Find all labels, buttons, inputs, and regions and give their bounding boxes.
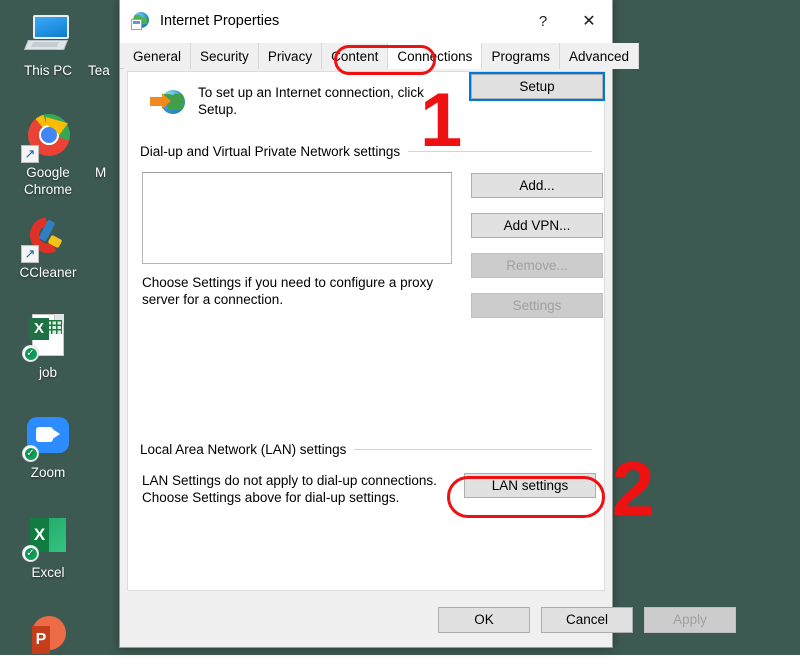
annotation-marker-2: 2 bbox=[612, 452, 654, 528]
desktop-icon-label: job bbox=[4, 364, 92, 381]
dialup-group-title: Dial-up and Virtual Private Network sett… bbox=[140, 144, 408, 159]
cancel-button[interactable]: Cancel bbox=[541, 607, 633, 633]
dialup-connections-list[interactable] bbox=[142, 172, 452, 264]
globe-arrow-icon bbox=[150, 88, 184, 118]
desktop-icon-label: Excel bbox=[4, 564, 92, 581]
shortcut-arrow-icon: ↗ bbox=[21, 145, 39, 163]
lan-settings-button[interactable]: LAN settings bbox=[464, 473, 596, 498]
sync-check-icon bbox=[22, 545, 39, 562]
desktop-icon-ccleaner[interactable]: ↗ CCleaner bbox=[4, 212, 92, 281]
desktop-icon-excel[interactable]: X Excel bbox=[4, 512, 92, 581]
proxy-note: Choose Settings if you need to configure… bbox=[142, 274, 452, 308]
desktop-icon-google-chrome[interactable]: ↗ Google Chrome bbox=[4, 112, 92, 198]
add-vpn-button[interactable]: Add VPN... bbox=[471, 213, 603, 238]
desktop-icon-label: This PC bbox=[4, 62, 92, 79]
dialog-titlebar[interactable]: Internet Properties ? ✕ bbox=[120, 0, 612, 43]
internet-properties-icon bbox=[131, 11, 151, 31]
desktop-icon-label: Zoom bbox=[4, 464, 92, 481]
sync-check-icon bbox=[22, 345, 39, 362]
tab-advanced[interactable]: Advanced bbox=[560, 43, 639, 69]
sync-check-icon bbox=[22, 445, 39, 462]
desktop-icon-label: CCleaner bbox=[4, 264, 92, 281]
ccleaner-icon: ↗ bbox=[24, 212, 72, 260]
annotation-marker-1: 1 bbox=[420, 83, 462, 159]
apply-button: Apply bbox=[644, 607, 736, 633]
group-divider bbox=[354, 449, 592, 450]
tab-content[interactable]: Content bbox=[322, 43, 388, 69]
shortcut-arrow-icon: ↗ bbox=[21, 245, 39, 263]
desktop-icon-this-pc[interactable]: This PC bbox=[4, 10, 92, 79]
setup-button[interactable]: Setup bbox=[471, 74, 603, 99]
desktop-icon-zoom[interactable]: Zoom bbox=[4, 412, 92, 481]
tab-privacy[interactable]: Privacy bbox=[259, 43, 322, 69]
lan-group-header: Local Area Network (LAN) settings bbox=[140, 442, 592, 457]
tab-general[interactable]: General bbox=[124, 43, 191, 69]
ok-button[interactable]: OK bbox=[438, 607, 530, 633]
tab-security[interactable]: Security bbox=[191, 43, 259, 69]
desktop-icon-powerpoint[interactable]: P bbox=[4, 612, 92, 664]
lan-note: LAN Settings do not apply to dial-up con… bbox=[142, 472, 452, 506]
tab-programs[interactable]: Programs bbox=[482, 43, 560, 69]
tab-connections[interactable]: Connections bbox=[388, 43, 482, 69]
tab-strip: General Security Privacy Content Connect… bbox=[120, 43, 612, 69]
setup-description: To set up an Internet connection, click … bbox=[198, 84, 448, 118]
lan-group-title: Local Area Network (LAN) settings bbox=[140, 442, 354, 457]
this-pc-icon bbox=[24, 10, 72, 58]
titlebar-buttons: ? ✕ bbox=[520, 0, 612, 43]
close-icon[interactable]: ✕ bbox=[566, 0, 612, 43]
excel-app-icon: X bbox=[24, 512, 72, 560]
zoom-icon bbox=[24, 412, 72, 460]
chrome-icon: ↗ bbox=[24, 112, 72, 160]
settings-button: Settings bbox=[471, 293, 603, 318]
remove-button: Remove... bbox=[471, 253, 603, 278]
desktop-icon-label: Google Chrome bbox=[4, 164, 92, 198]
desktop-icon-job[interactable]: X job bbox=[4, 312, 92, 381]
help-button[interactable]: ? bbox=[520, 0, 566, 43]
connections-tab-page: To set up an Internet connection, click … bbox=[127, 71, 605, 591]
powerpoint-icon: P bbox=[24, 612, 72, 660]
dialup-group-header: Dial-up and Virtual Private Network sett… bbox=[140, 144, 592, 159]
add-button[interactable]: Add... bbox=[471, 173, 603, 198]
excel-file-icon: X bbox=[24, 312, 72, 360]
internet-properties-dialog: Internet Properties ? ✕ General Security… bbox=[119, 0, 613, 648]
dialog-title: Internet Properties bbox=[160, 13, 279, 29]
